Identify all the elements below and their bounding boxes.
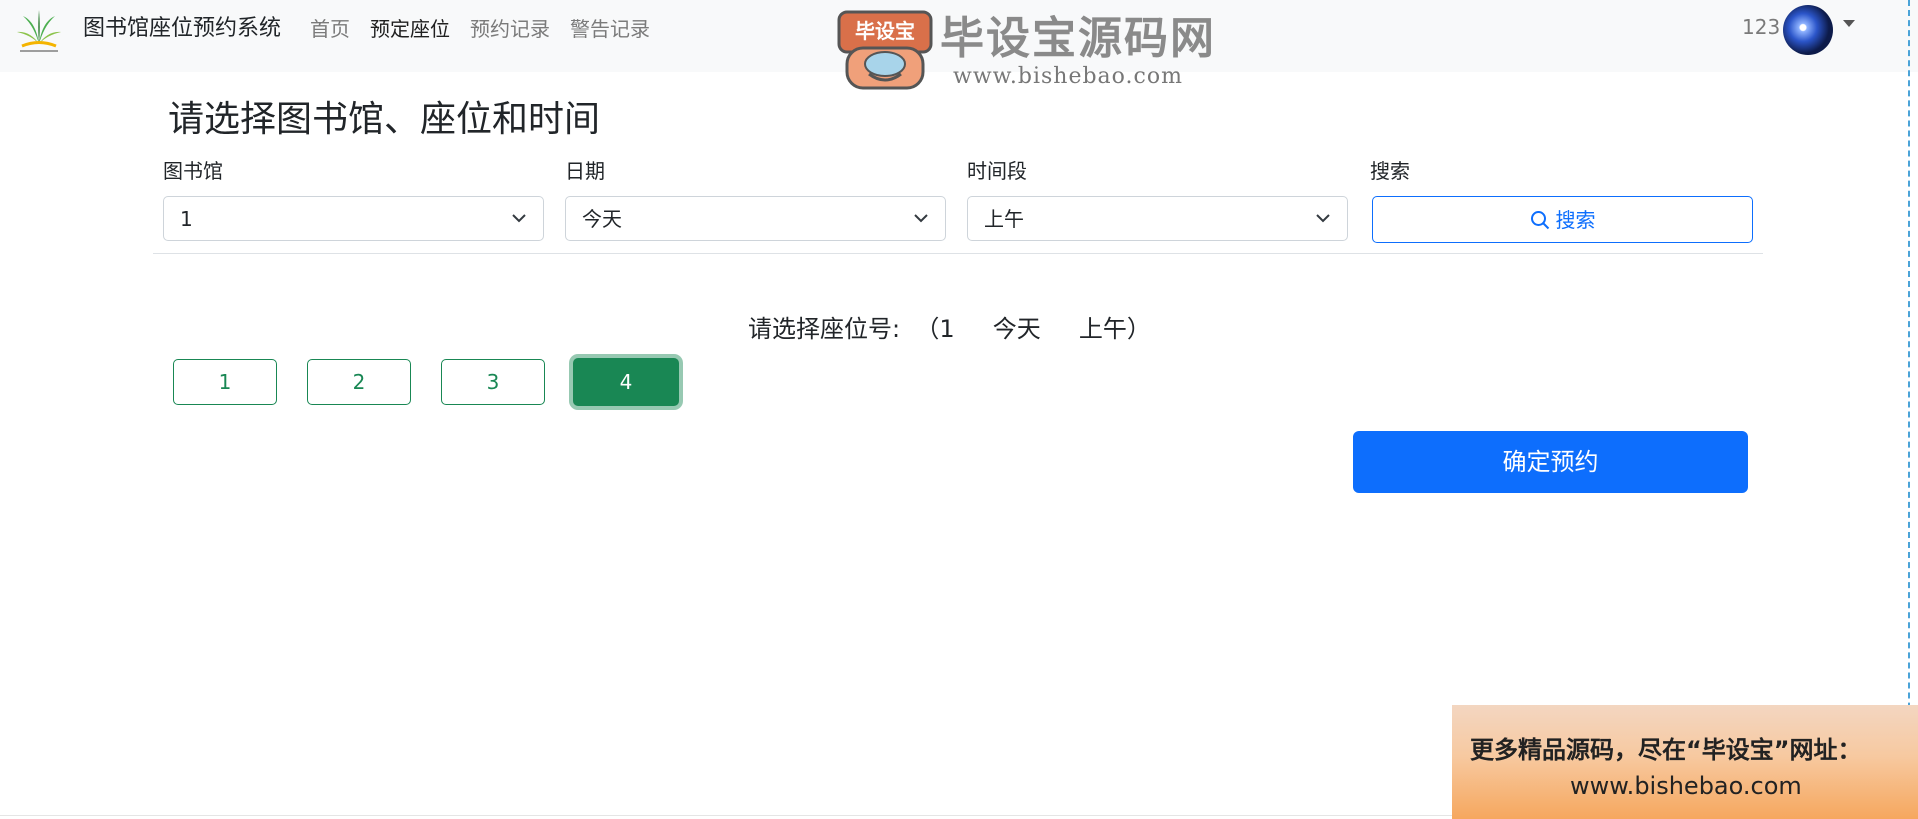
nav-link-reserve-seat[interactable]: 预定座位 xyxy=(370,15,450,43)
nav-link-home[interactable]: 首页 xyxy=(310,15,350,43)
confirm-reservation-button[interactable]: 确定预约 xyxy=(1353,431,1748,493)
date-select-value: 今天 xyxy=(582,207,622,231)
library-select[interactable]: 1 xyxy=(163,196,544,241)
date-select[interactable]: 今天 xyxy=(565,196,946,241)
user-name[interactable]: 123 xyxy=(1742,13,1780,41)
promo-banner: 更多精品源码，尽在“毕设宝”网址： www.bishebao.com xyxy=(1452,705,1918,819)
nav-link-reservation-records[interactable]: 预约记录 xyxy=(470,15,550,43)
promo-line-1: 更多精品源码，尽在“毕设宝”网址： xyxy=(1470,736,1862,764)
chevron-down-icon[interactable] xyxy=(1843,20,1855,27)
search-icon xyxy=(1530,211,1549,230)
search-button[interactable]: 搜索 xyxy=(1372,196,1753,243)
period-label: 时间段 xyxy=(967,159,1027,183)
chevron-down-icon xyxy=(1316,214,1330,223)
watermark-title: 毕设宝源码网 xyxy=(940,13,1216,64)
seat-prompt: 请选择座位号: （1 今天 上午） xyxy=(748,313,1151,345)
avatar[interactable] xyxy=(1783,5,1833,55)
search-label: 搜索 xyxy=(1370,159,1410,183)
library-label: 图书馆 xyxy=(163,159,223,183)
seat-button-3[interactable]: 3 xyxy=(441,359,545,405)
divider xyxy=(153,253,1763,254)
date-label: 日期 xyxy=(565,159,605,183)
watermark-badge-icon: 毕设宝 xyxy=(837,10,933,90)
brand-title[interactable]: 图书馆座位预约系统 xyxy=(83,14,281,44)
period-select-value: 上午 xyxy=(984,207,1024,231)
chevron-down-icon xyxy=(914,214,928,223)
seat-button-1[interactable]: 1 xyxy=(173,359,277,405)
footer-divider xyxy=(0,815,1452,816)
library-logo[interactable] xyxy=(14,6,64,56)
promo-line-2: www.bishebao.com xyxy=(1570,772,1802,800)
period-select[interactable]: 上午 xyxy=(967,196,1348,241)
page-title: 请选择图书馆、座位和时间 xyxy=(168,99,601,140)
watermark-badge-text: 毕设宝 xyxy=(855,19,915,43)
library-select-value: 1 xyxy=(180,207,193,231)
seat-button-2[interactable]: 2 xyxy=(307,359,411,405)
seat-prompt-text: 请选择座位号: xyxy=(748,315,901,343)
search-button-label: 搜索 xyxy=(1555,208,1596,232)
seat-button-4[interactable]: 4 xyxy=(573,358,679,406)
seat-selection-summary: （1 今天 上午） xyxy=(915,315,1151,343)
chevron-down-icon xyxy=(512,214,526,223)
nav-link-warning-records[interactable]: 警告记录 xyxy=(570,15,650,43)
dashed-guide-line xyxy=(1908,0,1910,819)
watermark-url: www.bishebao.com xyxy=(953,64,1183,89)
